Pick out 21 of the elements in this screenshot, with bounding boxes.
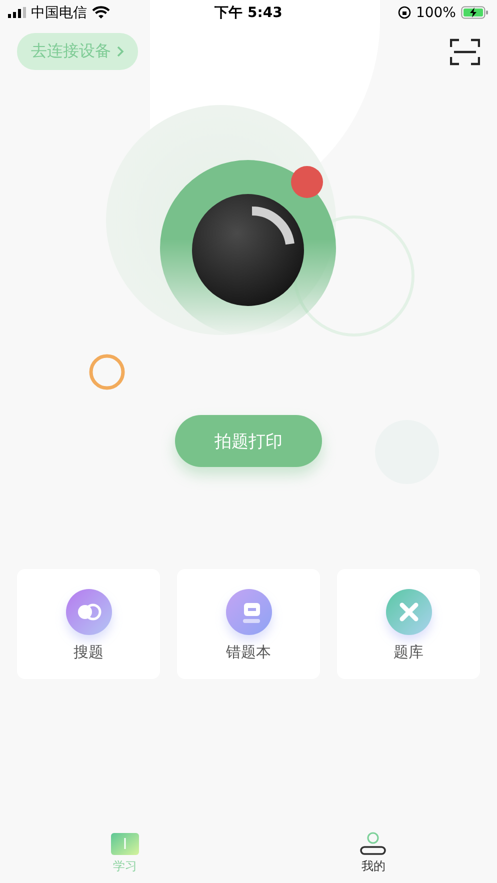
- battery-charging-icon: [460, 6, 489, 19]
- wifi-icon: [92, 6, 110, 19]
- book-icon: [110, 832, 140, 856]
- feature-card[interactable]: 题库: [337, 569, 480, 679]
- orientation-lock-icon: [398, 6, 411, 19]
- person-icon: [359, 832, 388, 856]
- notebook-icon: [226, 589, 272, 635]
- tab-item[interactable]: 我的: [359, 832, 388, 875]
- search-icon: [66, 589, 112, 635]
- feature-label: 搜题: [74, 643, 104, 662]
- carrier-name: 中国电信: [31, 4, 87, 22]
- battery-percent: 100%: [416, 4, 456, 20]
- cross-icon: [386, 589, 432, 635]
- feature-card[interactable]: 错题本: [177, 569, 320, 679]
- signal-icon: [8, 7, 26, 18]
- feature-label: 题库: [394, 643, 424, 662]
- feature-label: 错题本: [226, 643, 271, 662]
- feature-card[interactable]: 搜题: [17, 569, 160, 679]
- chevron-right-icon: [117, 46, 124, 57]
- scan-icon[interactable]: [450, 38, 480, 66]
- status-time: 下午 5:43: [214, 4, 284, 22]
